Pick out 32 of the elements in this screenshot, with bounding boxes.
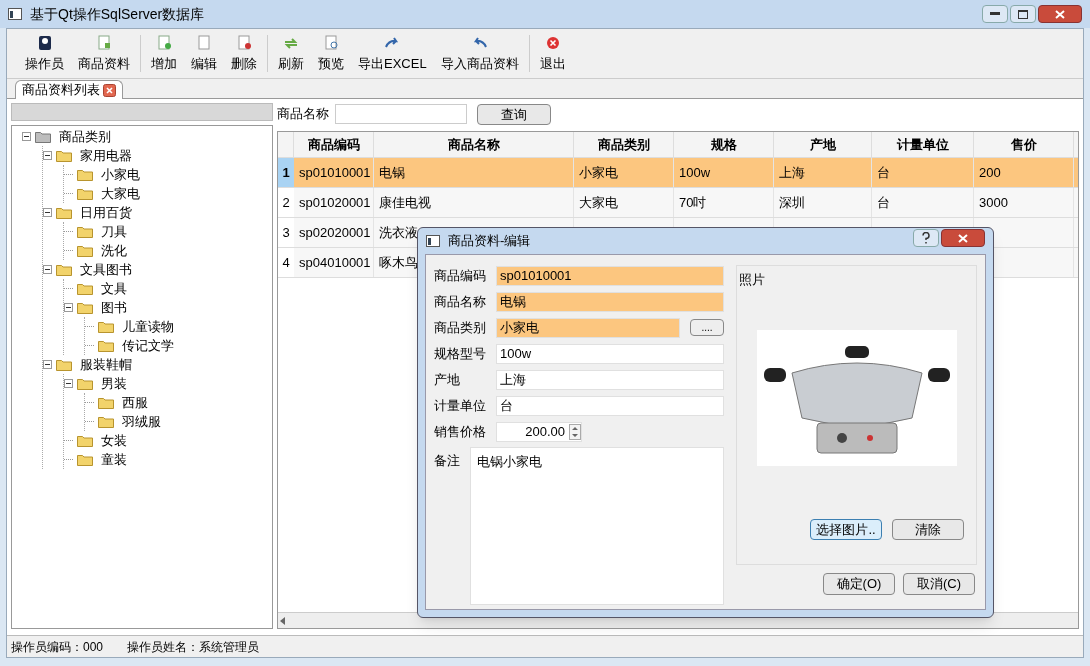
table-cell: 3000 <box>974 188 1074 217</box>
table-cell: 100w <box>674 158 774 187</box>
photo-label: 照片 <box>739 271 766 289</box>
status-text: 操作员姓名：系统管理员 <box>127 638 260 656</box>
table-cell: 70吋 <box>674 188 774 217</box>
table-cell: sp01020001 <box>294 188 374 217</box>
table-cell: 深圳 <box>774 188 872 217</box>
field-label: 商品类别 <box>434 318 487 337</box>
table-cell: 大家电 <box>574 188 674 217</box>
window-title: 基于Qt操作SqlServer数据库 <box>30 4 205 24</box>
row-number: 1 <box>278 158 294 187</box>
table-cell: 台 <box>872 188 974 217</box>
row-number: 3 <box>278 218 294 247</box>
field-label: 备注 <box>434 452 461 470</box>
table-cell: sp04010001 <box>294 248 374 277</box>
table-cell: 康佳电视 <box>374 188 574 217</box>
status-text: 操作员编码：000 <box>11 638 104 656</box>
table-cell: 小家电 <box>574 158 674 187</box>
row-number: 4 <box>278 248 294 277</box>
field-label: 规格型号 <box>434 344 487 363</box>
table-cell: 上海 <box>774 158 872 187</box>
field-label: 计量单位 <box>434 396 487 415</box>
field-label: 商品名称 <box>434 292 487 311</box>
table-cell: 电锅 <box>374 158 574 187</box>
search-label: 商品名称 <box>277 105 329 124</box>
row-number: 2 <box>278 188 294 217</box>
table-cell: sp01010001 <box>294 158 374 187</box>
table-cell: 台 <box>872 158 974 187</box>
field-label: 销售价格 <box>434 422 487 441</box>
table-cell: sp02020001 <box>294 218 374 247</box>
table-cell: 200 <box>974 158 1074 187</box>
field-label: 产地 <box>434 370 461 389</box>
